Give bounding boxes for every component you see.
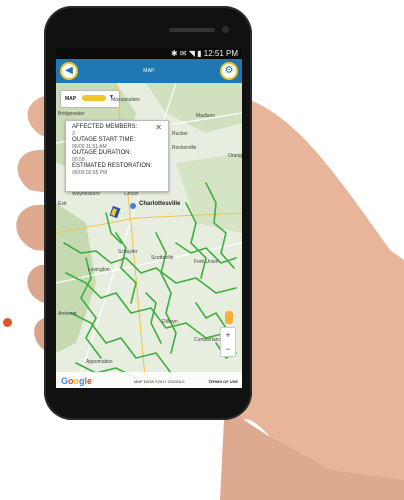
place-label: Amherst: [58, 311, 77, 317]
camera-icon: [222, 26, 229, 33]
place-label: Scottsville: [151, 255, 174, 261]
google-logo: Google: [61, 376, 93, 386]
speaker-grille: [169, 28, 215, 32]
phone-screen: ✱ ✉ ◥ ▮ 12:51 PM ◀ MAP ⚙ MAP ▼ Massanutt…: [56, 48, 242, 388]
place-label: Schuyler: [118, 249, 138, 255]
estimated-restoration-value: 06/09 02:55 PM: [72, 170, 108, 176]
outage-info-popup: ✕ AFFECTED MEMBERS: 3 OUTAGE START TIME:…: [65, 120, 169, 192]
zoom-control: + −: [220, 327, 236, 357]
affected-members-label: AFFECTED MEMBERS:: [72, 124, 138, 130]
map-attribution-bar: Google MAP DATA ©2017 GOOGLE TERMS OF US…: [56, 372, 242, 388]
map-data-credit: MAP DATA ©2017 GOOGLE: [134, 379, 185, 384]
status-bar: ✱ ✉ ◥ ▮ 12:51 PM: [56, 48, 242, 59]
place-label: Exit: [58, 201, 67, 207]
app-title: MAP: [143, 68, 155, 74]
zoom-in-button[interactable]: +: [221, 328, 235, 342]
place-label: Lexington: [88, 267, 110, 273]
key-icon: [82, 95, 106, 101]
place-label: Madison: [196, 113, 215, 119]
place-label: Rockerville: [172, 145, 197, 151]
status-time: 12:51 PM: [203, 49, 238, 58]
place-label-city: Charlottesville: [139, 201, 181, 207]
place-label: Rucker: [172, 131, 188, 137]
map-layer-label: MAP: [65, 96, 77, 102]
map-view[interactable]: MAP ▼ Massanutten Bridgewater Madison Ru…: [56, 82, 242, 388]
pegman-icon[interactable]: [225, 311, 233, 324]
place-label: Appomattox: [86, 359, 113, 365]
outage-duration-label: OUTAGE DURATION:: [72, 150, 132, 156]
place-label: Bridgewater: [58, 111, 85, 117]
estimated-restoration-label: ESTIMATED RESTORATION:: [72, 163, 153, 169]
place-label: Cumberland: [194, 337, 222, 343]
settings-button[interactable]: ⚙: [220, 62, 238, 80]
gear-icon: ⚙: [224, 65, 234, 76]
close-icon[interactable]: ✕: [155, 123, 162, 132]
place-label: Orang: [228, 153, 242, 159]
app-bar: ◀ MAP ⚙: [56, 59, 242, 83]
place-label: Massanutten: [111, 97, 140, 103]
place-label: Dillwyn: [162, 319, 178, 325]
zoom-out-button[interactable]: −: [221, 342, 235, 356]
place-label: Fork Union: [194, 259, 219, 265]
outage-start-label: OUTAGE START TIME:: [72, 137, 136, 143]
terms-of-use-link[interactable]: TERMS OF USE: [208, 379, 238, 384]
status-icons: ✱ ✉ ◥ ▮: [170, 49, 204, 58]
